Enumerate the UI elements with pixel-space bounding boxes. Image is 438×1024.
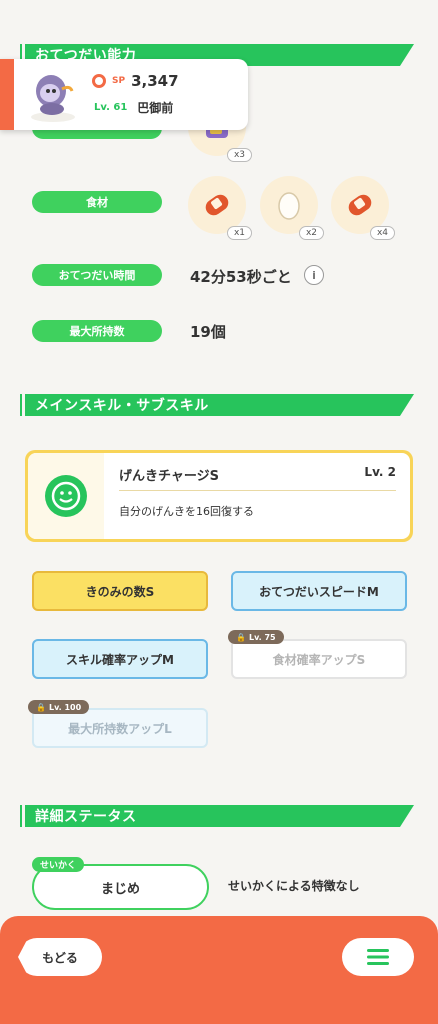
ingredient-count: x1 xyxy=(226,226,252,240)
subskill-label: 食材確率アップS xyxy=(272,652,366,667)
sp-value: 3,347 xyxy=(131,72,179,90)
main-skill-level: Lv. 2 xyxy=(364,465,396,479)
ingredients-label: 食材 xyxy=(32,191,162,213)
subskill-label: 最大所持数アップL xyxy=(68,721,172,736)
back-label: もどる xyxy=(42,950,78,965)
main-skill-description: 自分のげんきを16回復する xyxy=(119,505,254,518)
main-skill-card[interactable]: げんきチャージS Lv. 2 自分のげんきを16回復する xyxy=(25,450,413,542)
lock-level: Lv. 100 xyxy=(48,702,82,712)
pokemon-card[interactable]: SP 3,347 Lv. 61 巴御前 xyxy=(0,59,248,130)
nature-tag: せいかく xyxy=(32,857,85,872)
menu-button[interactable] xyxy=(342,938,414,976)
ingredient-slot-1[interactable]: x1 xyxy=(188,176,252,240)
egg-icon xyxy=(278,192,300,220)
section-title: メインスキル・サブスキル xyxy=(35,398,209,414)
berry-count: x3 xyxy=(226,148,252,162)
ingredient-count: x4 xyxy=(369,226,395,240)
pokemon-name: 巴御前 xyxy=(137,101,174,115)
subskill-button[interactable]: きのみの数S xyxy=(32,571,208,611)
sp-icon xyxy=(92,74,106,88)
pokemon-level: Lv. 61 xyxy=(94,102,128,113)
info-icon[interactable]: i xyxy=(304,265,324,285)
section-title: 詳細ステータス xyxy=(35,809,137,825)
divider xyxy=(119,490,396,491)
help-time-value: 42分53秒ごと xyxy=(190,268,292,286)
subskill-button-locked[interactable]: 最大所持数アップL xyxy=(32,708,208,748)
smile-icon xyxy=(45,475,87,517)
hamburger-menu-icon xyxy=(367,949,389,965)
lock-badge: 🔒 Lv. 75 xyxy=(228,630,284,644)
pokemon-avatar-icon xyxy=(31,75,75,122)
lock-icon: 🔒 xyxy=(36,702,46,712)
nature-value: まじめ xyxy=(100,881,140,897)
lock-level: Lv. 75 xyxy=(248,632,276,642)
ingredient-slot-2[interactable]: x2 xyxy=(260,176,324,240)
nature-effect: せいかくによる特徴なし xyxy=(228,879,360,893)
subskill-button[interactable]: おてつだいスピードM xyxy=(231,571,407,611)
sausage-icon xyxy=(348,194,372,216)
sausage-icon xyxy=(205,194,229,216)
max-carry-label: 最大所持数 xyxy=(32,320,162,342)
help-time-label: おてつだい時間 xyxy=(32,264,162,286)
ingredient-slot-3[interactable]: x4 xyxy=(331,176,395,240)
sp-label: SP xyxy=(112,76,126,86)
lock-icon: 🔒 xyxy=(236,632,246,642)
main-skill-name: げんきチャージS xyxy=(119,469,219,484)
subskill-button-locked[interactable]: 食材確率アップS xyxy=(231,639,407,679)
lock-badge: 🔒 Lv. 100 xyxy=(28,700,90,714)
ingredient-count: x2 xyxy=(298,226,324,240)
back-button[interactable]: もどる xyxy=(18,938,102,976)
subskill-button[interactable]: スキル確率アップM xyxy=(32,639,208,679)
section-header-detail-status: 詳細ステータス xyxy=(20,805,414,827)
max-carry-value: 19個 xyxy=(190,323,226,341)
section-header-skills: メインスキル・サブスキル xyxy=(20,394,414,416)
